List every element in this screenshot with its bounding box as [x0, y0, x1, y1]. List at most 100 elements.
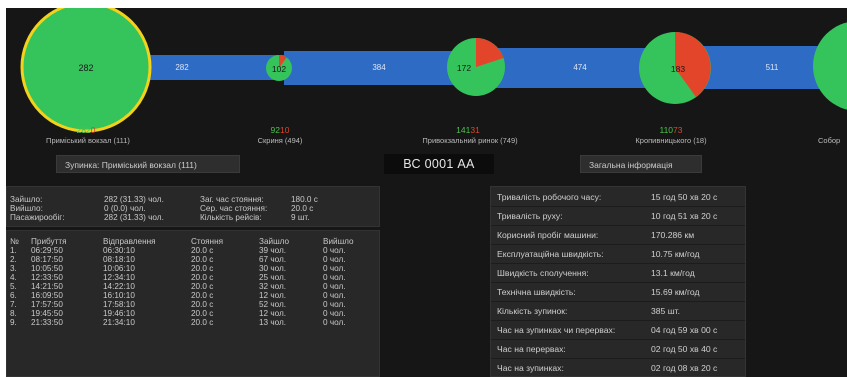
info-row: Час на зупинках чи перервах: 04 год 59 хв… — [491, 320, 745, 339]
info-label: Тривалість руху: — [497, 211, 563, 221]
passengers-out: 0 — [90, 125, 96, 135]
table-cell: 9. — [10, 318, 17, 327]
table-cell: 14:21:50 — [31, 282, 63, 291]
segment-value: 474 — [573, 63, 587, 72]
segment-value: 384 — [372, 63, 386, 72]
stop-name[interactable]: Скриня (494) — [258, 136, 303, 145]
info-row: Кількість зупинок: 385 шт. — [491, 301, 745, 320]
table-cell: 20.0 с — [191, 246, 214, 255]
table-cell: 39 чол. — [259, 246, 287, 255]
stop-counts: 14131 — [456, 125, 480, 135]
table-cell: 0 чол. — [323, 318, 346, 327]
info-row: Технічна швидкість: 15.69 км/год — [491, 282, 745, 301]
summary-value: 20.0 с — [291, 204, 314, 213]
table-cell: 30 чол. — [259, 264, 287, 273]
table-cell: 0 чол. — [323, 246, 346, 255]
table-cell: 0 чол. — [323, 309, 346, 318]
stop-pie[interactable] — [813, 21, 847, 111]
segment-bar[interactable] — [136, 55, 284, 80]
stop-name[interactable]: Собор — [818, 136, 840, 145]
table-cell: 0 чол. — [323, 264, 346, 273]
summary-label: Сер. час стояння: — [200, 204, 268, 213]
table-cell: 20.0 с — [191, 273, 214, 282]
info-row: Тривалість руху: 10 год 51 хв 20 с — [491, 206, 745, 225]
passengers-out: 73 — [673, 125, 683, 135]
table-cell: 08:18:10 — [103, 255, 135, 264]
stop-value: 183 — [671, 64, 685, 74]
table-cell: 06:30:10 — [103, 246, 135, 255]
passengers-in: 141 — [456, 125, 471, 135]
info-label: Тривалість робочого часу: — [497, 192, 602, 202]
info-value: 02 год 08 хв 20 с — [651, 363, 718, 373]
vehicle-plate: ВС 0001 АА — [384, 154, 494, 174]
table-cell: 13 чол. — [259, 318, 287, 327]
summary-value: 9 шт. — [291, 213, 310, 222]
passengers-out: 31 — [470, 125, 480, 135]
passengers-out: 10 — [280, 125, 290, 135]
table-cell: 08:17:50 — [31, 255, 63, 264]
table-cell: 5. — [10, 282, 17, 291]
table-cell: 20.0 с — [191, 318, 214, 327]
app-window: 282 102 172 183 282 384 474 511 2820 При… — [6, 8, 847, 377]
stop-name[interactable]: Привокзальний ринок (749) — [422, 136, 517, 145]
table-cell: 12 чол. — [259, 309, 287, 318]
info-row: Час на перервах: 02 год 50 хв 40 с — [491, 339, 745, 358]
table-cell: 17:58:10 — [103, 300, 135, 309]
stop-name[interactable]: Приміський вокзал (111) — [46, 136, 130, 145]
general-info-panel: Тривалість робочого часу: 15 год 50 хв 20… — [490, 186, 746, 377]
info-row: Корисний пробіг машини: 170.286 км — [491, 225, 745, 244]
info-label: Технічна швидкість: — [497, 287, 576, 297]
col-departure: Відправлення 06:30:10 08:18:10 10:06:10 … — [103, 237, 156, 327]
summary-value: 0 (0.0) чол. — [104, 204, 146, 213]
table-cell: 12 чол. — [259, 291, 287, 300]
col-arrival: Прибуття 06:29:50 08:17:50 10:05:50 12:3… — [31, 237, 67, 327]
summary-labels: Зайшло: Вийшло: Пасажирообіг: — [10, 195, 65, 222]
table-cell: 19:46:10 — [103, 309, 135, 318]
info-row: Час на зупинках: 02 год 08 хв 20 с — [491, 358, 745, 376]
summary-value: 282 (31.33) чол. — [104, 213, 164, 222]
stop-counts: 2820 — [77, 125, 96, 135]
summary-labels-2: Заг. час стояння: Сер. час стояння: Кіль… — [200, 195, 267, 222]
table-cell: 14:22:10 — [103, 282, 135, 291]
table-cell: 10:06:10 — [103, 264, 135, 273]
info-value: 02 год 50 хв 40 с — [651, 344, 718, 354]
info-value: 15 год 50 хв 20 с — [651, 192, 718, 202]
stop-counts: 9210 — [271, 125, 290, 135]
table-header: Зайшло — [259, 237, 290, 246]
info-label: Швидкість сполучення: — [497, 268, 589, 278]
table-cell: 0 чол. — [323, 291, 346, 300]
info-row: Швидкість сполучення: 13.1 км/год — [491, 263, 745, 282]
table-cell: 4. — [10, 273, 17, 282]
col-number: № 1. 2. 3. 4. 5. 6. 7. 8. 9. — [10, 237, 19, 327]
info-label: Експлуатаційна швидкість: — [497, 249, 604, 259]
stop-name[interactable]: Кропивницького (18) — [635, 136, 706, 145]
table-cell: 3. — [10, 264, 17, 273]
stop-value: 102 — [272, 64, 286, 74]
summary-values: 282 (31.33) чол. 0 (0.0) чол. 282 (31.33… — [104, 195, 164, 222]
summary-label: Заг. час стояння: — [200, 195, 264, 204]
table-header: Відправлення — [103, 237, 156, 246]
summary-label: Пасажирообіг: — [10, 213, 65, 222]
summary-values-2: 180.0 с 20.0 с 9 шт. — [291, 195, 318, 222]
summary-label: Вийшло: — [10, 204, 43, 213]
table-cell: 25 чол. — [259, 273, 287, 282]
info-row: Тривалість робочого часу: 15 год 50 хв 20… — [491, 187, 745, 206]
general-info-title: Загальна інформація — [580, 155, 702, 173]
info-label: Час на зупинках: — [497, 363, 564, 373]
route-visualization: 282 102 172 183 282 384 474 511 2820 При… — [6, 8, 847, 153]
stop-panel-title: Зупинка: Приміський вокзал (111) — [56, 155, 240, 173]
summary-label: Кількість рейсів: — [200, 213, 262, 222]
stop-counts: 11073 — [659, 125, 682, 135]
stop-value: 172 — [457, 63, 471, 73]
info-row: Експлуатаційна швидкість: 10.75 км/год — [491, 244, 745, 263]
trips-table-panel: № 1. 2. 3. 4. 5. 6. 7. 8. 9. Прибуття 06… — [6, 230, 380, 377]
info-value: 10.75 км/год — [651, 249, 700, 259]
table-header: Стояння — [191, 237, 224, 246]
table-cell: 6. — [10, 291, 17, 300]
table-cell: 20.0 с — [191, 264, 214, 273]
col-boarded: Зайшло 39 чол. 67 чол. 30 чол. 25 чол. 3… — [259, 237, 289, 327]
passengers-in: 282 — [76, 125, 91, 135]
table-cell: 7. — [10, 300, 17, 309]
table-cell: 0 чол. — [323, 282, 346, 291]
col-dwell: Стояння 20.0 с 20.0 с 20.0 с 20.0 с 20.0… — [191, 237, 223, 327]
